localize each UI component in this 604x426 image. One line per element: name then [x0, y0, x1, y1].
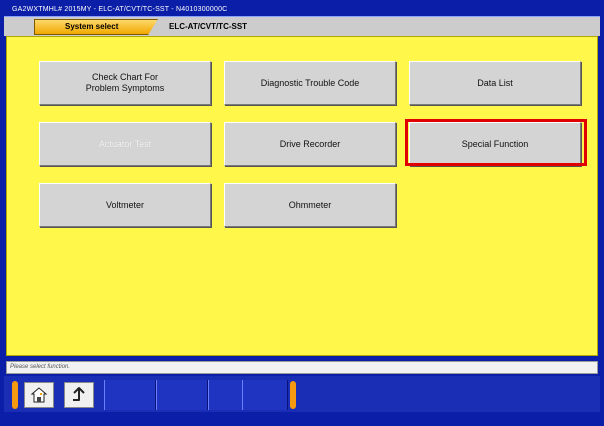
voltmeter-button[interactable]: Voltmeter — [39, 183, 211, 227]
window-title: GA2WXTMHL# 2015MY - ELC-AT/CVT/TC-SST - … — [12, 6, 228, 13]
diagnostic-trouble-code-button[interactable]: Diagnostic Trouble Code — [224, 61, 396, 105]
status-bar: Please select function. — [6, 361, 598, 374]
home-button[interactable] — [24, 382, 54, 408]
data-list-button[interactable]: Data List — [409, 61, 581, 105]
toolbar-slot-3 — [104, 380, 156, 410]
check-chart-button[interactable]: Check Chart For Problem Symptoms — [39, 61, 211, 105]
tab-current-system: ELC-AT/CVT/TC-SST — [169, 22, 248, 31]
toolbar-right-cap — [290, 381, 296, 409]
toolbar-left-cap — [12, 381, 18, 409]
special-function-button[interactable]: Special Function — [409, 122, 581, 166]
actuator-test-button: Actuator Test — [39, 122, 211, 166]
app-window: GA2WXTMHL# 2015MY - ELC-AT/CVT/TC-SST - … — [0, 0, 604, 426]
ohmmeter-button[interactable]: Ohmmeter — [224, 183, 396, 227]
back-button[interactable] — [64, 382, 94, 408]
toolbar-slot-4 — [156, 380, 208, 410]
tab-system-select[interactable]: System select — [34, 19, 158, 35]
tab-bar: System select ELC-AT/CVT/TC-SST — [4, 16, 600, 36]
toolbar-slot-6 — [242, 380, 288, 410]
drive-recorder-button[interactable]: Drive Recorder — [224, 122, 396, 166]
home-icon — [30, 386, 48, 404]
up-arrow-icon — [70, 386, 88, 404]
